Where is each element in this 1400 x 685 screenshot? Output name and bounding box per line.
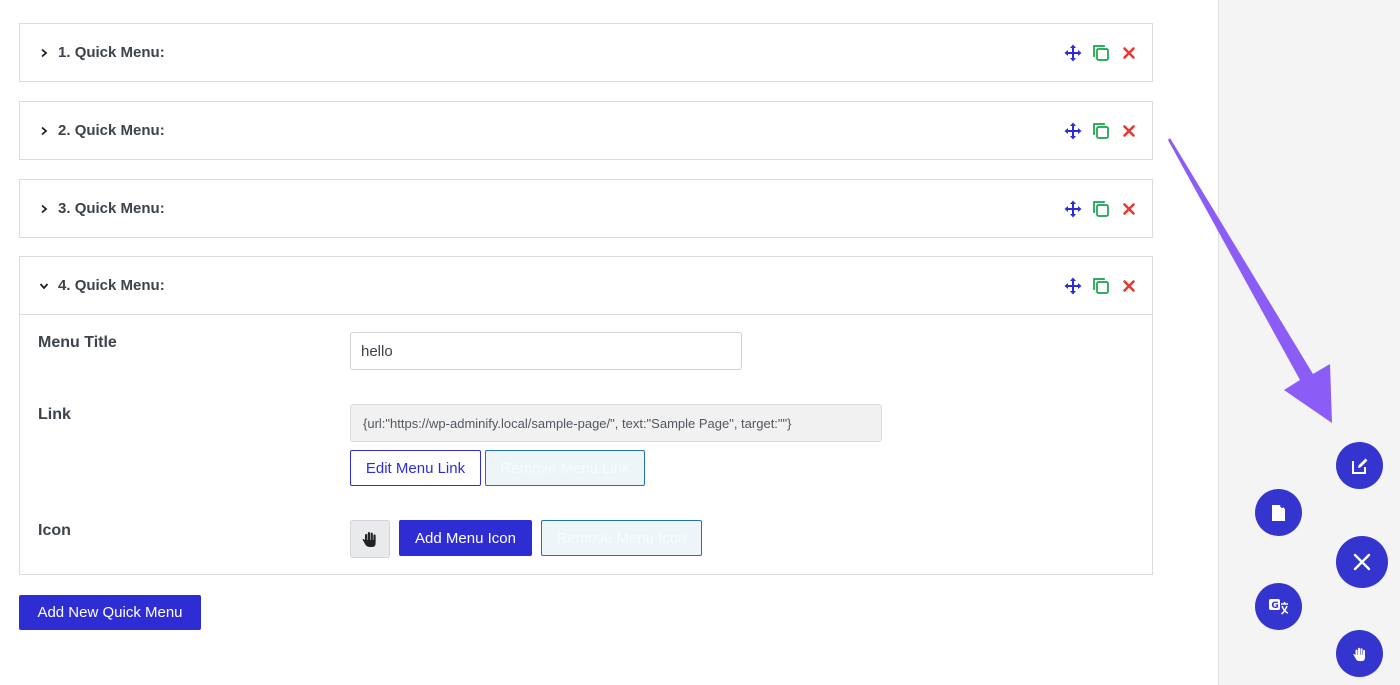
clone-icon[interactable] [1092,44,1110,62]
hand-icon [1352,647,1365,661]
add-menu-icon-button[interactable]: Add Menu Icon [399,520,532,556]
chevron-right-icon [38,125,50,137]
remove-icon[interactable] [1120,44,1138,62]
new-page-fab-button[interactable] [1255,489,1302,536]
menu-title-input[interactable] [350,332,742,370]
hand-icon [362,532,376,547]
link-value-field[interactable]: {url:"https://wp-adminify.local/sample-p… [350,404,882,442]
icon-preview[interactable] [350,520,390,558]
quick-menu-item-4: 4. Quick Menu: Menu Title Link {url:"htt… [19,256,1153,575]
quick-menu-2-actions [1064,122,1138,140]
remove-menu-link-button[interactable]: Remove Menu Link [485,450,645,486]
main-content: 1. Quick Menu: 2. Quick Menu: 3. Quick M… [0,0,1218,685]
chevron-down-icon [38,280,50,292]
quick-menu-3-actions [1064,200,1138,218]
edit-icon [1351,458,1367,474]
remove-icon[interactable] [1120,122,1138,140]
icon-label: Icon [38,522,71,539]
move-icon[interactable] [1064,200,1082,218]
quick-menu-4-header[interactable]: 4. Quick Menu: [20,257,1152,314]
add-new-quick-menu-button[interactable]: Add New Quick Menu [19,595,201,630]
quick-menu-1-actions [1064,44,1138,62]
clone-icon[interactable] [1092,277,1110,295]
chevron-right-icon [38,47,50,59]
close-fab-button[interactable] [1336,536,1388,588]
quick-menu-4-actions [1064,277,1138,295]
clone-icon[interactable] [1092,200,1110,218]
chevron-right-icon [38,203,50,215]
quick-menu-1-header[interactable]: 1. Quick Menu: [20,24,1152,81]
edit-menu-link-button[interactable]: Edit Menu Link [350,450,481,486]
translate-icon: G [1268,598,1288,615]
quick-menu-2-title: 2. Quick Menu: [58,122,165,139]
remove-icon[interactable] [1120,277,1138,295]
move-icon[interactable] [1064,122,1082,140]
quick-menu-4-body: Menu Title Link {url:"https://wp-adminif… [20,314,1152,574]
edit-fab-button[interactable] [1336,442,1383,489]
quick-menu-item-3: 3. Quick Menu: [19,179,1153,238]
remove-menu-icon-button[interactable]: Remove Menu Icon [541,520,702,556]
move-icon[interactable] [1064,44,1082,62]
link-label: Link [38,406,71,423]
quick-menu-4-title: 4. Quick Menu: [58,277,165,294]
quick-menu-item-1: 1. Quick Menu: [19,23,1153,82]
translate-fab-button[interactable]: G [1255,583,1302,630]
remove-icon[interactable] [1120,200,1138,218]
quick-menu-1-title: 1. Quick Menu: [58,44,165,61]
clone-icon[interactable] [1092,122,1110,140]
quick-menu-3-header[interactable]: 3. Quick Menu: [20,180,1152,237]
quick-menu-3-title: 3. Quick Menu: [58,200,165,217]
move-icon[interactable] [1064,277,1082,295]
hand-fab-button[interactable] [1336,630,1383,677]
quick-menu-item-2: 2. Quick Menu: [19,101,1153,160]
menu-title-label: Menu Title [38,334,117,351]
new-page-icon [1271,503,1285,521]
close-icon [1353,553,1371,571]
quick-menu-2-header[interactable]: 2. Quick Menu: [20,102,1152,159]
svg-text:G: G [1271,601,1278,611]
